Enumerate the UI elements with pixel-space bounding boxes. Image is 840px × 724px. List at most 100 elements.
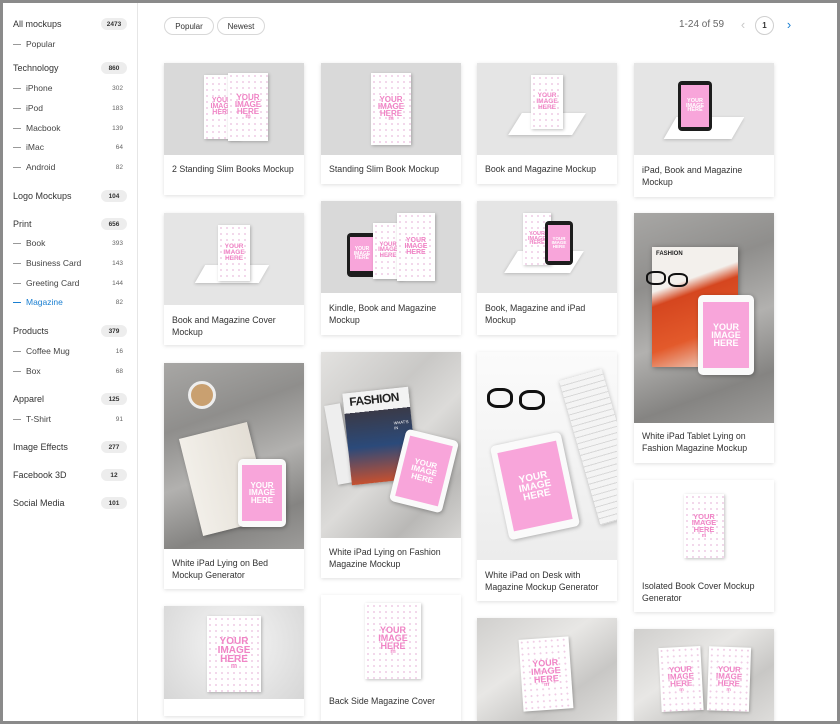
item-count: 82 bbox=[115, 163, 123, 171]
glasses-image bbox=[519, 390, 545, 410]
sidebar-item-ipod[interactable]: iPod 183 bbox=[13, 100, 127, 116]
count-badge: 101 bbox=[101, 497, 127, 509]
sidebar-item-label: Book bbox=[26, 238, 46, 248]
mockup-card[interactable]: YOUR IMAGE HERE m bbox=[164, 606, 304, 716]
mockup-card[interactable]: FASHION WHAT'S IN YOUR IMAGE HERE White iP… bbox=[321, 352, 461, 578]
sidebar-item-technology[interactable]: Technology 860 bbox=[13, 60, 127, 76]
mockup-card[interactable]: YOUR IMAGE HERE m Back Side Magazine Cover bbox=[321, 595, 461, 721]
mockup-card[interactable]: YOUR IMAGE HERE m Standing Slim Book Mockup bbox=[321, 63, 461, 184]
card-thumbnail: YOUR IMAGE HERE m bbox=[321, 63, 461, 155]
card-thumbnail: YOUR IMAGE HERE bbox=[164, 363, 304, 549]
card-thumbnail: YOUR IMAGE HERE m bbox=[634, 480, 774, 572]
sidebar-item-label: Products bbox=[13, 326, 49, 336]
chevron-left-icon[interactable]: ‹ bbox=[736, 18, 750, 32]
filter-newest-button[interactable]: Newest bbox=[217, 17, 265, 35]
sidebar-item-label: T-Shirt bbox=[26, 414, 52, 424]
book-placeholder: YOUR IMAGE HERE m bbox=[658, 645, 704, 713]
ipad-image: YOUR IMAGE HERE bbox=[545, 221, 573, 265]
sidebar-item-label: Coffee Mug bbox=[26, 346, 70, 356]
card-title: 2 Standing Slim Books Mockup bbox=[172, 164, 294, 174]
mockup-card[interactable]: YOUR IMAGE HERE Book and Magazine Cover Mo… bbox=[164, 213, 304, 345]
pagination-info: 1-24 of 59 bbox=[679, 19, 725, 30]
sidebar-item-popular[interactable]: Popular bbox=[13, 36, 127, 52]
item-count: 64 bbox=[115, 143, 123, 151]
app-window: All mockups 2473 Popular Technology 860 iP… bbox=[3, 3, 837, 721]
card-thumbnail: YOUR IMAGE HERE YOUR IMAGE HERE YOUR IMAGE HER… bbox=[321, 201, 461, 293]
mockup-card[interactable]: YOUR IMAGE HERE m Isolated Book Cover Mocku… bbox=[634, 480, 774, 612]
dash-icon bbox=[13, 166, 21, 168]
mockup-card[interactable]: YOUR IMAGE HERE White iPad on Desk with Ma… bbox=[477, 352, 617, 601]
sidebar-item-iphone[interactable]: iPhone 302 bbox=[13, 80, 127, 96]
chevron-right-icon[interactable]: › bbox=[782, 18, 796, 32]
mockup-card[interactable]: YOUR IMAGE HERE m YOUR IMAGE HERE m bbox=[634, 629, 774, 721]
sidebar-item-box[interactable]: Box 68 bbox=[13, 363, 127, 379]
sidebar-item-book[interactable]: Book 393 bbox=[13, 235, 127, 251]
count-badge: 656 bbox=[101, 218, 127, 230]
sidebar-item-magazine[interactable]: Magazine 82 bbox=[13, 294, 127, 310]
count-badge: 2473 bbox=[101, 18, 127, 30]
mockup-card[interactable]: YOUR IMAGE HERE YOUR IMAGE HERE m 2 Standing … bbox=[164, 63, 304, 195]
sidebar-item-imac[interactable]: iMac 64 bbox=[13, 139, 127, 155]
book-placeholder: YOUR IMAGE HERE m bbox=[228, 73, 268, 141]
sidebar-item-facebook-3d[interactable]: Facebook 3D 12 bbox=[13, 467, 127, 483]
sidebar-item-logo-mockups[interactable]: Logo Mockups 104 bbox=[13, 188, 127, 204]
card-title: iPad, Book and Magazine Mockup bbox=[642, 165, 743, 187]
mockup-card[interactable]: YOUR IMAGE HERE m bbox=[477, 618, 617, 721]
count-badge: 379 bbox=[101, 325, 127, 337]
mockup-card[interactable]: YOUR IMAGE HERE YOUR IMAGE HERE YOUR IMAGE HER… bbox=[321, 201, 461, 335]
item-count: 144 bbox=[112, 279, 123, 287]
sidebar-item-image-effects[interactable]: Image Effects 277 bbox=[13, 439, 127, 455]
sidebar-item-label: Business Card bbox=[26, 258, 82, 268]
book-placeholder: YOUR IMAGE HERE bbox=[218, 225, 250, 281]
sidebar-item-label: iPod bbox=[26, 103, 44, 113]
item-count: 393 bbox=[112, 239, 123, 247]
dash-icon bbox=[13, 242, 21, 244]
mockup-card[interactable]: FASHION YOUR IMAGE HERE White iPad Tablet … bbox=[634, 213, 774, 463]
card-thumbnail: YOUR IMAGE HERE bbox=[164, 213, 304, 305]
filter-popular-button[interactable]: Popular bbox=[164, 17, 214, 35]
book-placeholder: YOUR IMAGE HERE bbox=[531, 75, 563, 129]
dash-icon bbox=[13, 301, 21, 303]
dash-icon bbox=[13, 146, 21, 148]
sidebar-item-print[interactable]: Print 656 bbox=[13, 216, 127, 232]
sidebar-item-label: Social Media bbox=[13, 498, 65, 508]
count-badge: 12 bbox=[101, 469, 127, 481]
count-badge: 860 bbox=[101, 62, 127, 74]
sidebar-item-label: Facebook 3D bbox=[13, 470, 67, 480]
sidebar-item-products[interactable]: Products 379 bbox=[13, 323, 127, 339]
sidebar-item-business-card[interactable]: Business Card 143 bbox=[13, 255, 127, 271]
card-thumbnail: YOUR IMAGE HERE YOUR IMAGE HERE bbox=[477, 201, 617, 293]
card-thumbnail: FASHION YOUR IMAGE HERE bbox=[634, 213, 774, 423]
card-title: Book and Magazine Mockup bbox=[485, 164, 597, 174]
glasses-image bbox=[668, 273, 688, 287]
sidebar-item-apparel[interactable]: Apparel 125 bbox=[13, 391, 127, 407]
sidebar-item-coffee-mug[interactable]: Coffee Mug 16 bbox=[13, 343, 127, 359]
sidebar-item-label: Print bbox=[13, 219, 32, 229]
card-thumbnail: YOUR IMAGE HERE m bbox=[321, 595, 461, 687]
sidebar-item-greeting-card[interactable]: Greeting Card 144 bbox=[13, 275, 127, 291]
dash-icon bbox=[13, 350, 21, 352]
card-title: Book, Magazine and iPad Mockup bbox=[485, 303, 586, 325]
sidebar-item-all-mockups[interactable]: All mockups 2473 bbox=[13, 16, 127, 32]
sidebar-item-android[interactable]: Android 82 bbox=[13, 159, 127, 175]
coffee-cup-image bbox=[188, 381, 216, 409]
sidebar-item-label: Greeting Card bbox=[26, 278, 80, 288]
dash-icon bbox=[13, 282, 21, 284]
card-title: White iPad on Desk with Magazine Mockup … bbox=[485, 570, 599, 592]
sidebar-item-macbook[interactable]: Macbook 139 bbox=[13, 120, 127, 136]
sidebar-item-label: Box bbox=[26, 366, 41, 376]
sidebar-item-label: Logo Mockups bbox=[13, 191, 72, 201]
mockup-card[interactable]: YOUR IMAGE HERE iPad, Book and Magazine Mo… bbox=[634, 63, 774, 197]
magazine-placeholder: YOUR IMAGE HERE m bbox=[365, 603, 421, 679]
sidebar-item-label: Magazine bbox=[26, 297, 63, 307]
sidebar-item-label: All mockups bbox=[13, 19, 62, 29]
page-number-button[interactable]: 1 bbox=[755, 16, 774, 35]
mockup-card[interactable]: YOUR IMAGE HERE YOUR IMAGE HERE Book, Magazi… bbox=[477, 201, 617, 335]
sidebar-item-social-media[interactable]: Social Media 101 bbox=[13, 495, 127, 511]
book-placeholder: YOUR IMAGE HERE m bbox=[371, 73, 411, 145]
sidebar-item-t-shirt[interactable]: T-Shirt 91 bbox=[13, 411, 127, 427]
mockup-card[interactable]: YOUR IMAGE HERE Book and Magazine Mockup bbox=[477, 63, 617, 184]
mockup-card[interactable]: YOUR IMAGE HERE White iPad Lying on Bed Mo… bbox=[164, 363, 304, 589]
ipad-image: YOUR IMAGE HERE bbox=[698, 295, 754, 375]
card-thumbnail: YOUR IMAGE HERE bbox=[634, 63, 774, 155]
